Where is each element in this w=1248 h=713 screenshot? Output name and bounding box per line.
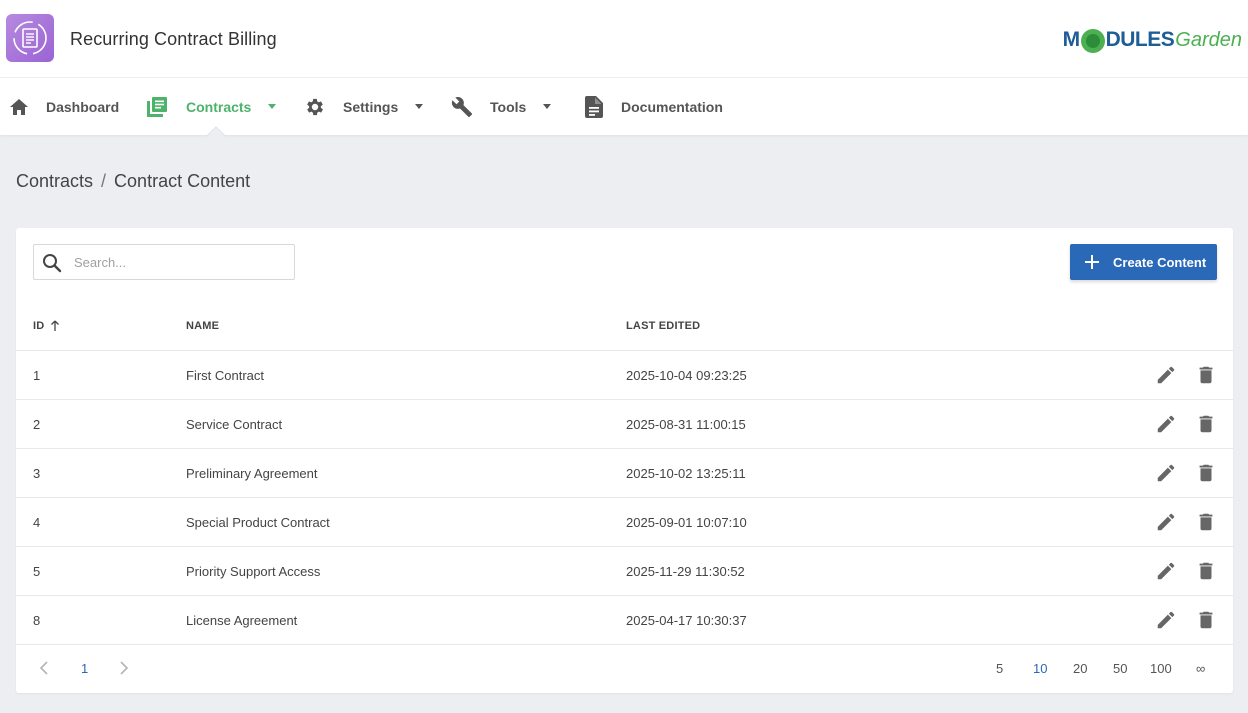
table-row: 1 First Contract 2025-10-04 09:23:25: [16, 350, 1233, 399]
cell-name: Preliminary Agreement: [186, 466, 318, 481]
trash-icon[interactable]: [1195, 462, 1217, 484]
edit-icon[interactable]: [1155, 511, 1177, 533]
nav-dashboard[interactable]: Dashboard: [8, 78, 119, 135]
brand-logo-m: M: [1062, 28, 1081, 51]
chevron-down-icon: [543, 104, 552, 109]
column-header-name[interactable]: NAME: [186, 320, 219, 332]
edit-icon[interactable]: [1155, 560, 1177, 582]
cell-name: Service Contract: [186, 417, 283, 432]
main-nav: Dashboard Contracts Settings Tools Docum…: [0, 78, 1248, 135]
sort-ascending-icon: [50, 320, 60, 332]
create-content-button[interactable]: Create Content: [1070, 244, 1217, 280]
column-header-id[interactable]: ID: [33, 320, 60, 332]
nav-contracts[interactable]: Contracts: [146, 78, 277, 135]
cell-name: License Agreement: [186, 613, 298, 628]
cell-id: 1: [33, 368, 41, 383]
home-icon: [8, 96, 30, 118]
app-logo-icon: [6, 14, 54, 62]
edit-icon[interactable]: [1155, 462, 1177, 484]
edit-icon[interactable]: [1155, 609, 1177, 631]
cell-id: 5: [33, 564, 41, 579]
cell-name: Special Product Contract: [186, 515, 330, 530]
nav-dashboard-label: Dashboard: [46, 98, 120, 115]
brand-logo-garden: Garden: [1175, 28, 1242, 51]
breadcrumb-parent[interactable]: Contracts: [16, 171, 93, 191]
modulesgarden-logo[interactable]: M DULES Garden: [1063, 26, 1242, 54]
contracts-list-icon: [146, 96, 168, 118]
nav-documentation[interactable]: Documentation: [583, 78, 723, 135]
chevron-left-icon[interactable]: [37, 660, 51, 681]
page-size-option[interactable]: 100: [1150, 661, 1172, 676]
nav-settings[interactable]: Settings: [304, 78, 424, 135]
table-row: 2 Service Contract 2025-08-31 11:00:15: [16, 399, 1233, 448]
cell-id: 3: [33, 466, 41, 481]
search-box[interactable]: [33, 244, 295, 280]
app-title: Recurring Contract Billing: [70, 29, 277, 49]
table-row: 5 Priority Support Access 2025-11-29 11:30…: [16, 546, 1233, 595]
nav-documentation-label: Documentation: [621, 98, 723, 115]
page-size-option[interactable]: 20: [1073, 661, 1087, 676]
trash-icon[interactable]: [1195, 364, 1217, 386]
cell-name: First Contract: [186, 368, 265, 383]
page-size-option[interactable]: ∞: [1196, 661, 1205, 676]
page-size-option[interactable]: 50: [1113, 661, 1127, 676]
breadcrumb: Contracts / Contract Content: [16, 171, 250, 192]
plus-icon: [1083, 253, 1101, 274]
trash-icon[interactable]: [1195, 511, 1217, 533]
cell-last-edited: 2025-04-17 10:30:37: [626, 613, 747, 628]
pagination-divider: [16, 644, 1233, 645]
chevron-down-icon: [415, 104, 424, 109]
pagination-current-page[interactable]: 1: [81, 661, 88, 676]
nav-tools-label: Tools: [490, 98, 527, 115]
cell-id: 2: [33, 417, 41, 432]
top-header: Recurring Contract Billing M DULES Garde…: [0, 0, 1248, 78]
trash-icon[interactable]: [1195, 413, 1217, 435]
column-header-id-label: ID: [33, 320, 45, 332]
breadcrumb-current: Contract Content: [114, 171, 251, 191]
cell-last-edited: 2025-11-29 11:30:52: [626, 564, 745, 579]
create-content-label: Create Content: [1113, 255, 1207, 270]
breadcrumb-separator: /: [101, 171, 107, 191]
cell-last-edited: 2025-09-01 10:07:10: [626, 515, 747, 530]
cell-last-edited: 2025-10-04 09:23:25: [626, 368, 747, 383]
edit-icon[interactable]: [1155, 364, 1177, 386]
gear-icon: [304, 96, 326, 118]
nav-tools[interactable]: Tools: [451, 78, 552, 135]
cell-id: 8: [33, 613, 41, 628]
brand-logo-dules: DULES: [1105, 28, 1175, 51]
search-input[interactable]: [74, 245, 288, 279]
table-row: 8 License Agreement 2025-04-17 10:30:37: [16, 595, 1233, 644]
table-row: 3 Preliminary Agreement 2025-10-02 13:25:1…: [16, 448, 1233, 497]
trash-icon[interactable]: [1195, 609, 1217, 631]
nav-contracts-label: Contracts: [186, 98, 252, 115]
chevron-down-icon: [268, 104, 277, 109]
table-row: 4 Special Product Contract 2025-09-01 10:0…: [16, 497, 1233, 546]
edit-icon[interactable]: [1155, 413, 1177, 435]
cell-last-edited: 2025-10-02 13:25:11: [626, 466, 746, 481]
document-icon: [583, 95, 605, 118]
column-header-last-edited[interactable]: LAST EDITED: [626, 320, 700, 332]
cell-id: 4: [33, 515, 41, 530]
cell-name: Priority Support Access: [186, 564, 321, 579]
contract-content-card: Create Content ID NAME LAST EDITED 1 Firs…: [16, 228, 1233, 693]
brand-globe-icon: [1080, 29, 1105, 53]
trash-icon[interactable]: [1195, 560, 1217, 582]
chevron-right-icon[interactable]: [117, 660, 131, 681]
search-icon: [42, 253, 62, 278]
wrench-icon: [451, 96, 473, 118]
page-size-option-selected[interactable]: 10: [1033, 661, 1047, 676]
page-size-option[interactable]: 5: [996, 661, 1003, 676]
cell-last-edited: 2025-08-31 11:00:15: [626, 417, 746, 432]
nav-settings-label: Settings: [343, 98, 399, 115]
